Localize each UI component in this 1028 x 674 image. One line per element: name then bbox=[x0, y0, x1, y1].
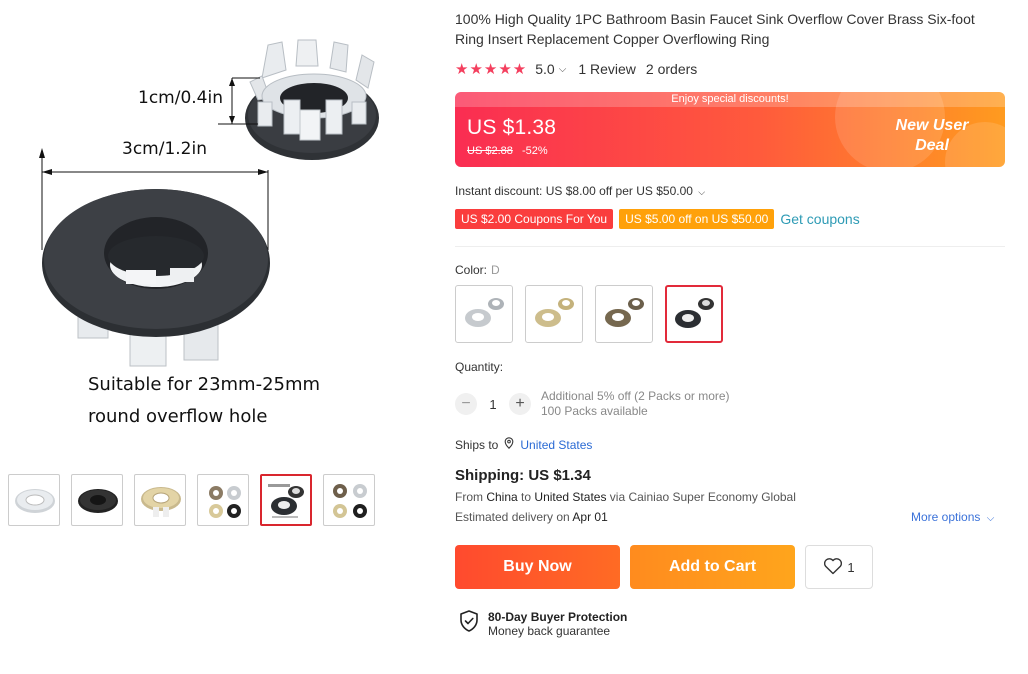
rating-score[interactable]: 5.0 bbox=[535, 61, 554, 77]
protection-title: 80-Day Buyer Protection bbox=[488, 609, 628, 624]
thumbnail-gold[interactable] bbox=[134, 474, 186, 526]
rating-row: ★★★★★ 5.0 ⌵ 1 Review 2 orders bbox=[455, 59, 697, 79]
more-options-label: More options bbox=[911, 510, 981, 524]
bulk-discount-text: Additional 5% off (2 Packs or more) bbox=[541, 389, 730, 403]
deal-line-2: Deal bbox=[915, 137, 949, 154]
color-swatch-black[interactable] bbox=[665, 285, 723, 343]
star-rating-icon: ★★★★★ bbox=[455, 61, 528, 78]
order-count: 2 orders bbox=[645, 61, 698, 77]
promo-banner: Enjoy special discounts! US $1.38 US $2.… bbox=[455, 92, 1005, 167]
instant-discount-text: Instant discount: US $8.00 off per US $5… bbox=[455, 184, 693, 198]
thumbnail-strip bbox=[8, 474, 375, 526]
chrome-ring-icon bbox=[465, 298, 504, 327]
gold-ring-icon bbox=[141, 487, 181, 517]
coupon-badge-threshold[interactable]: US $5.00 off on US $50.00 bbox=[619, 209, 775, 229]
color-selected-value: D bbox=[491, 263, 500, 277]
original-price: US $2.88 bbox=[467, 145, 513, 157]
destination-country: United States bbox=[534, 490, 607, 504]
wishlist-count: 1 bbox=[847, 559, 855, 575]
thumbnail-black[interactable] bbox=[71, 474, 123, 526]
protection-subtitle: Money back guarantee bbox=[488, 623, 611, 638]
bronze-rings-icon bbox=[333, 484, 367, 518]
new-user-deal-badge: New User Deal bbox=[877, 116, 987, 156]
discount-percent: -52% bbox=[521, 145, 548, 157]
chevron-down-icon: ⌵ bbox=[986, 513, 995, 524]
product-title: 100% High Quality 1PC Bathroom Basin Fau… bbox=[455, 11, 975, 47]
original-price-row: US $2.88 -52% bbox=[467, 145, 548, 157]
wishlist-button[interactable]: 1 bbox=[805, 545, 873, 589]
coupon-badge-store[interactable]: US $2.00 Coupons For You bbox=[455, 209, 614, 229]
thumbnail-selected[interactable] bbox=[260, 474, 312, 526]
ships-to-label: Ships to bbox=[455, 437, 499, 452]
height-dimension-label: 1cm/0.4in bbox=[138, 88, 223, 108]
black-ring-icon bbox=[675, 298, 714, 328]
protection-text: 80-Day Buyer Protection Money back guara… bbox=[488, 610, 627, 638]
thumbnail-bronze-set[interactable] bbox=[323, 474, 375, 526]
color-label-text: Color: bbox=[455, 263, 488, 277]
origin-country: China bbox=[486, 490, 518, 504]
promo-banner-heading: Enjoy special discounts! bbox=[455, 92, 1005, 107]
chevron-down-icon: ⌵ bbox=[698, 187, 706, 197]
estimated-delivery-label: Estimated delivery on bbox=[455, 510, 570, 524]
deal-line-1: New User bbox=[895, 117, 969, 134]
decrement-button[interactable]: − bbox=[455, 393, 477, 415]
current-price: US $1.38 bbox=[467, 116, 557, 139]
shipping-route: From China to United States via Cainiao … bbox=[455, 490, 796, 504]
heart-icon bbox=[823, 557, 843, 578]
buy-now-button[interactable]: Buy Now bbox=[455, 545, 620, 589]
review-count-link[interactable]: 1 Review bbox=[578, 61, 636, 77]
get-coupons-link[interactable]: Get coupons bbox=[780, 211, 859, 227]
estimated-delivery: Estimated delivery on Apr 01 bbox=[455, 510, 608, 524]
shipping-carrier: via Cainiao Super Economy Global bbox=[609, 490, 796, 504]
from-label: From bbox=[455, 490, 483, 504]
shield-check-icon bbox=[458, 609, 480, 638]
estimated-delivery-date: Apr 01 bbox=[572, 510, 608, 524]
quantity-info: Additional 5% off (2 Packs or more) 100 … bbox=[541, 389, 730, 419]
shipping-cost: Shipping: US $1.34 bbox=[455, 467, 591, 484]
color-label: Color: D bbox=[455, 263, 500, 277]
thumbnail-chrome[interactable] bbox=[8, 474, 60, 526]
more-shipping-options[interactable]: More options ⌵ bbox=[911, 510, 994, 524]
quantity-stepper: − 1 + Additional 5% off (2 Packs or more… bbox=[455, 389, 730, 419]
to-label: to bbox=[521, 490, 532, 504]
chrome-ring-icon bbox=[15, 489, 55, 513]
bronze-ring-icon bbox=[605, 298, 644, 327]
caption-line-1: Suitable for 23mm-25mm bbox=[88, 374, 321, 395]
color-swatches bbox=[455, 285, 723, 343]
instant-discount[interactable]: Instant discount: US $8.00 off per US $5… bbox=[455, 184, 705, 198]
quantity-label: Quantity: bbox=[455, 360, 504, 374]
width-dimension-label: 3cm/1.2in bbox=[122, 139, 207, 159]
color-swatch-chrome[interactable] bbox=[455, 285, 513, 343]
black-ring-label-icon bbox=[268, 484, 304, 518]
coupon-row: US $2.00 Coupons For You US $5.00 off on… bbox=[455, 209, 860, 229]
divider bbox=[455, 246, 1005, 247]
thumbnail-mixed[interactable] bbox=[197, 474, 249, 526]
color-swatch-bronze[interactable] bbox=[595, 285, 653, 343]
ships-to-country-link[interactable]: United States bbox=[520, 438, 592, 452]
chevron-down-icon[interactable]: ⌵ bbox=[559, 64, 567, 75]
increment-button[interactable]: + bbox=[509, 393, 531, 415]
location-pin-icon bbox=[504, 437, 514, 452]
color-swatch-gold[interactable] bbox=[525, 285, 583, 343]
stock-availability: 100 Packs available bbox=[541, 404, 648, 418]
black-ring-icon bbox=[78, 489, 118, 513]
ships-to-row: Ships to United States bbox=[455, 437, 592, 452]
main-product-image: 1cm/0.4in 3cm/1.2in Suitable for 23mm-25… bbox=[0, 0, 440, 460]
add-to-cart-button[interactable]: Add to Cart bbox=[630, 545, 795, 589]
quantity-value[interactable]: 1 bbox=[477, 397, 509, 412]
buyer-protection: 80-Day Buyer Protection Money back guara… bbox=[458, 609, 627, 638]
gold-ring-icon bbox=[535, 298, 574, 327]
caption-line-2: round overflow hole bbox=[88, 406, 268, 427]
mixed-rings-icon bbox=[209, 486, 241, 518]
